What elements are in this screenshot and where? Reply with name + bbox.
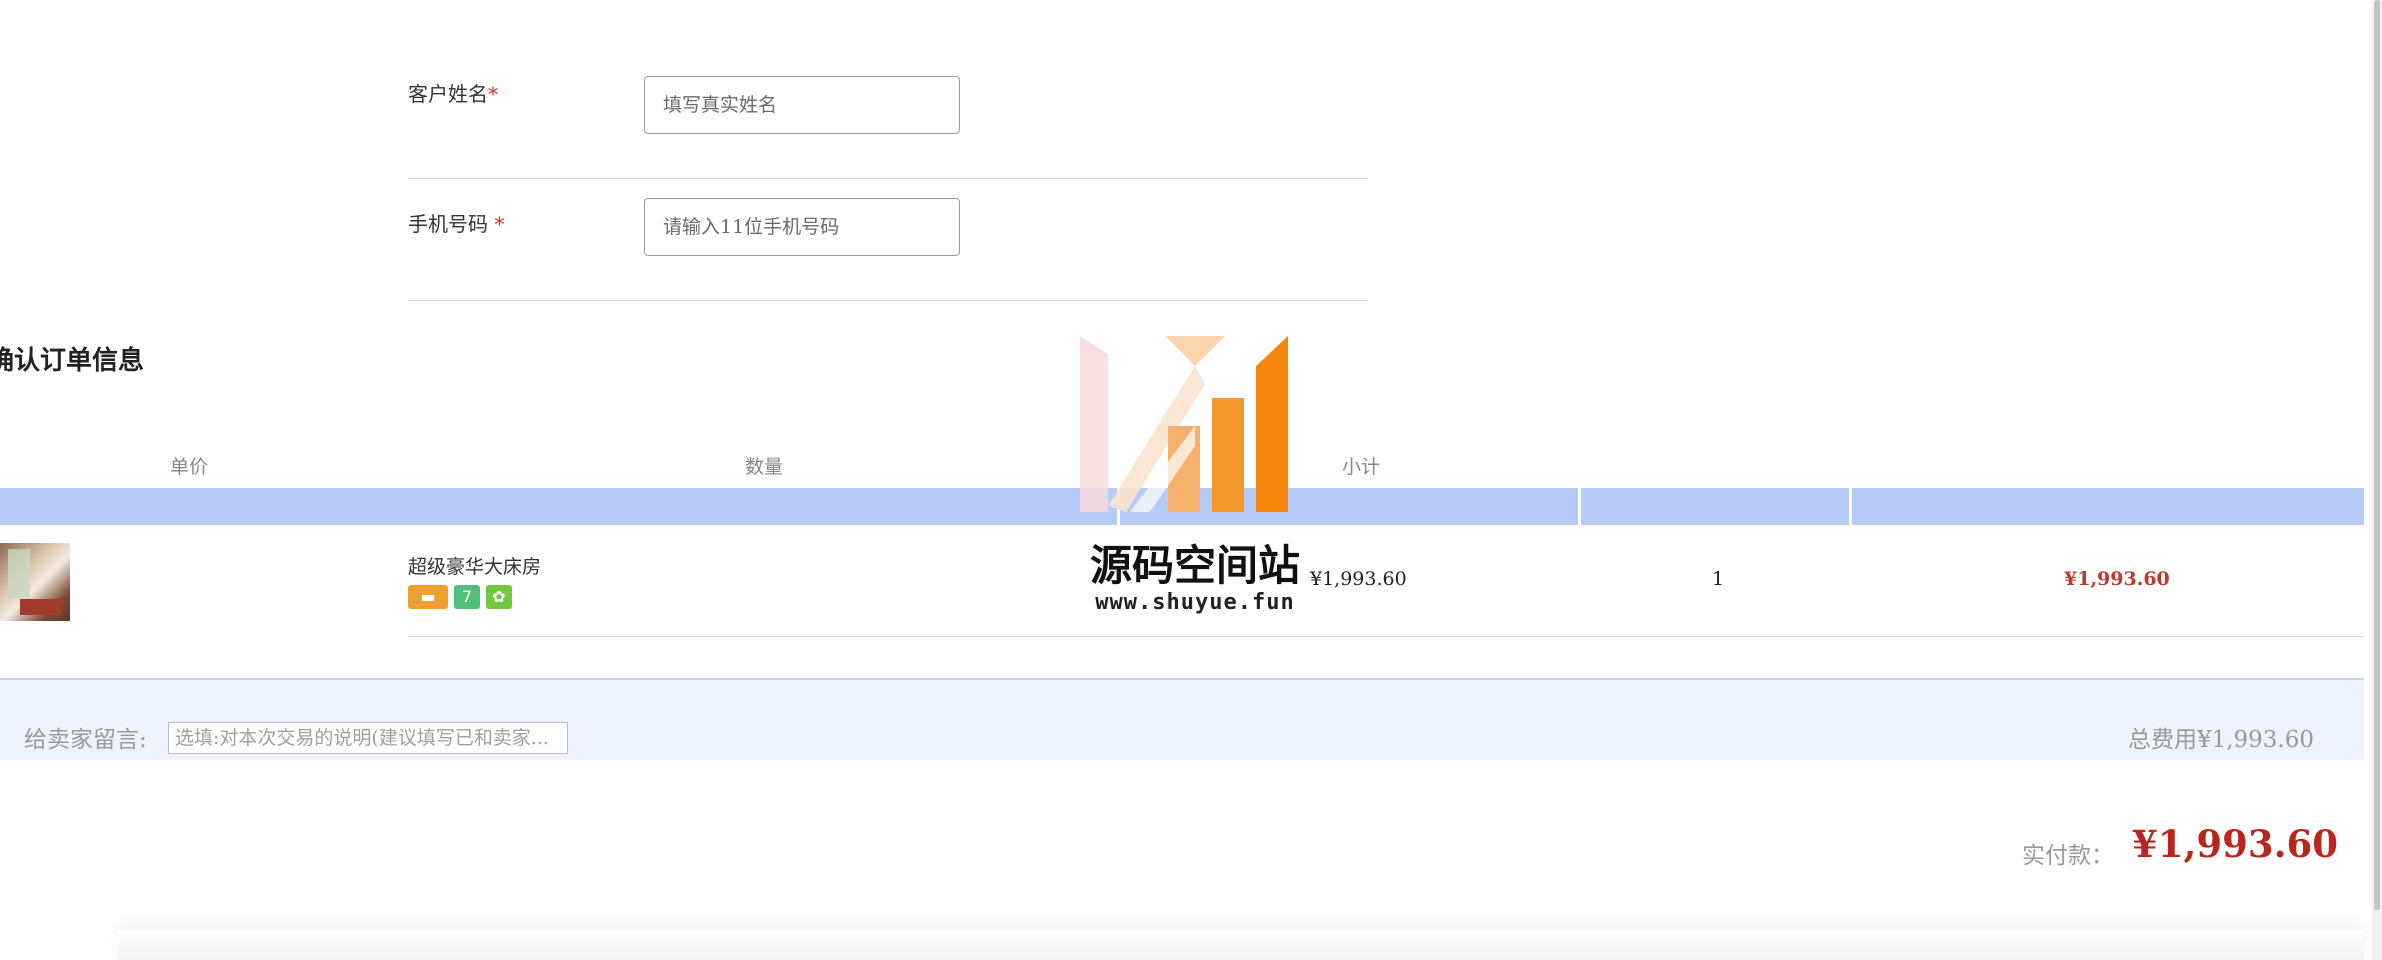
seven-icon: 7 — [454, 585, 480, 609]
watermark-url: www.shuyue.fun — [1095, 590, 1295, 615]
vertical-scrollbar[interactable] — [2372, 0, 2382, 960]
customer-name-row: 客户姓名* — [408, 48, 1368, 179]
item-subtotal: ¥1,993.60 — [2064, 568, 2170, 590]
customer-name-label: 客户姓名* — [408, 78, 498, 107]
order-confirm-page: 客户姓名* 手机号码 * 确认订单信息 单价 数量 小计 超级豪华大床房 ▬ 7… — [0, 0, 2382, 960]
food-icon: ✿ — [486, 585, 512, 609]
required-mark: * — [494, 212, 505, 236]
watermark: 源码空间站 www.shuyue.fun — [1080, 336, 1310, 626]
phone-label: 手机号码 * — [408, 208, 504, 237]
scrollbar-thumb[interactable] — [2374, 0, 2380, 910]
row-divider — [408, 636, 2364, 637]
pay-amount: ¥1,993.60 — [2132, 822, 2338, 866]
phone-input[interactable] — [644, 198, 960, 256]
item-price: ¥1,993.60 — [1310, 568, 1407, 590]
phone-row: 手机号码 * — [408, 178, 1368, 301]
customer-name-label-text: 客户姓名 — [408, 82, 488, 106]
header-divider — [1578, 488, 1581, 525]
watermark-title: 源码空间站 — [1089, 541, 1300, 590]
product-name-link[interactable]: 超级豪华大床房 — [408, 552, 541, 579]
item-qty: 1 — [1712, 568, 1725, 590]
header-qty: 数量 — [745, 456, 784, 478]
bottom-action-bar — [118, 930, 2364, 960]
product-badges: ▬ 7 ✿ — [408, 585, 512, 609]
required-mark: * — [488, 82, 498, 106]
header-subtotal: 小计 — [1342, 456, 1381, 478]
order-info-title: 确认订单信息 — [0, 346, 145, 376]
watermark-logo-icon — [1080, 336, 1288, 512]
phone-label-text: 手机号码 — [408, 212, 488, 236]
header-divider — [1849, 488, 1852, 525]
message-input[interactable] — [168, 722, 568, 754]
room-thumbnail[interactable] — [0, 543, 70, 621]
header-price: 单价 — [170, 456, 209, 478]
total-fee: 总费用¥1,993.60 — [2127, 727, 2314, 753]
message-label: 给卖家留言: — [24, 727, 147, 753]
pay-label: 实付款： — [2022, 843, 2114, 869]
message-bar: 给卖家留言: 总费用¥1,993.60 — [0, 678, 2364, 760]
card-icon: ▬ — [408, 585, 448, 609]
customer-name-input[interactable] — [644, 76, 960, 134]
